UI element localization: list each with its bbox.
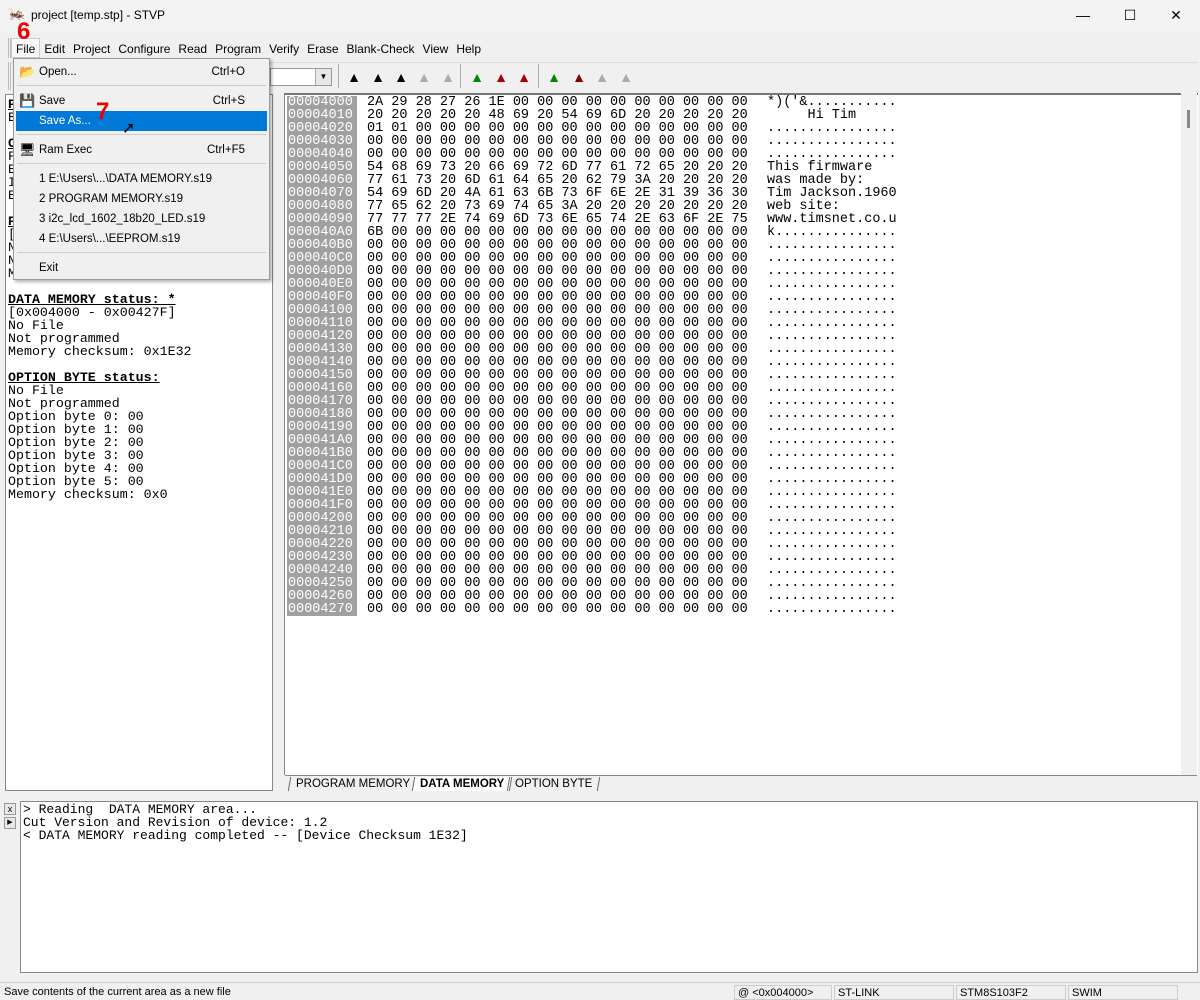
status-address: @ <0x004000> [734, 985, 832, 1000]
close-log-icon[interactable]: x [4, 803, 16, 815]
menu-item-label: Open... [39, 66, 77, 78]
menu-item-recent-file-1[interactable]: 1 E:\Users\...\DATA MEMORY.s19 [16, 169, 267, 189]
menu-edit[interactable]: Edit [40, 39, 69, 59]
vertical-scrollbar[interactable] [1181, 93, 1197, 775]
status-protocol: SWIM [1068, 985, 1178, 1000]
program-icon[interactable]: ▲ [345, 68, 363, 86]
read-all-icon[interactable]: ▲ [492, 68, 510, 86]
log-line: < DATA MEMORY reading completed -- [Devi… [23, 828, 468, 843]
close-button[interactable]: ✕ [1153, 0, 1199, 30]
menu-item-recent-file-4[interactable]: 4 E:\Users\...\EEPROM.s19 [16, 229, 267, 249]
mouse-cursor-icon: ➚ [122, 120, 136, 137]
toolbar-separator [338, 64, 339, 88]
hex-address: 00004270 [287, 603, 357, 616]
save-disk-icon: 💾 [19, 93, 36, 108]
menu-item-shortcut: Ctrl+F5 [206, 144, 245, 156]
menu-item-label: Exit [39, 262, 59, 274]
annotation-step-6: 6 [17, 18, 31, 45]
menu-item-label: Save As... [39, 115, 91, 127]
erase-icon[interactable]: ▲ [415, 68, 433, 86]
menu-help[interactable]: Help [452, 39, 485, 59]
verify-all-icon[interactable]: ▲ [515, 68, 533, 86]
tab-option-byte[interactable]: OPTION BYTE [506, 777, 601, 791]
menu-configure[interactable]: Configure [114, 39, 174, 59]
menu-separator [17, 163, 266, 164]
program-green-icon[interactable]: ▲ [545, 68, 563, 86]
status-programmer: ST-LINK [834, 985, 954, 1000]
device-combo[interactable]: ▼ [270, 68, 332, 86]
status-bar: Save contents of the current area as a n… [0, 982, 1200, 1000]
tab-label: DATA MEMORY [420, 778, 505, 790]
minimize-button[interactable]: — [1060, 0, 1106, 30]
menu-bar: File Edit Project Configure Read Program Verif… [8, 38, 1198, 58]
verify-icon[interactable]: ▲ [392, 68, 410, 86]
maximize-button[interactable]: ☐ [1107, 0, 1153, 30]
menu-item-label: 4 E:\Users\...\EEPROM.s19 [39, 233, 181, 245]
menu-separator [17, 134, 266, 135]
hex-bytes[interactable]: 00 00 00 00 00 00 00 00 00 00 00 00 00 0… [367, 603, 748, 617]
window-title: project [temp.stp] - STVP [31, 8, 166, 22]
menu-separator [17, 85, 266, 86]
arrow-right-icon[interactable]: ▶ [4, 817, 16, 829]
menu-view[interactable]: View [419, 39, 453, 59]
menu-item-exit[interactable]: Exit [16, 258, 267, 278]
menu-item-open[interactable]: 📂 Open... Ctrl+O [16, 62, 267, 82]
menu-separator [17, 252, 266, 253]
title-bar: 🦗 project [temp.stp] - STVP — ☐ ✕ [0, 0, 1200, 32]
annotation-step-7: 7 [96, 98, 110, 125]
read-icon[interactable]: ▲ [369, 68, 387, 86]
status-message: Save contents of the current area as a n… [4, 986, 231, 998]
tab-data-memory[interactable]: DATA MEMORY [411, 777, 513, 791]
menu-item-save-as[interactable]: Save As... [16, 111, 267, 131]
program-all-icon[interactable]: ▲ [468, 68, 486, 86]
menu-item-recent-file-2[interactable]: 2 PROGRAM MEMORY.s19 [16, 189, 267, 209]
menu-read[interactable]: Read [174, 39, 211, 59]
menu-item-label: Save [39, 95, 66, 107]
menu-item-ram-exec[interactable]: 🖥 Ram Exec Ctrl+F5 [16, 140, 267, 160]
menu-item-label: 3 i2c_lcd_1602_18b20_LED.s19 [39, 213, 206, 225]
menu-item-label: 1 E:\Users\...\DATA MEMORY.s19 [39, 173, 212, 185]
blank-check-icon[interactable]: ▲ [439, 68, 457, 86]
status-line: Memory checksum: 0x0 [8, 487, 168, 502]
chevron-down-icon[interactable]: ▼ [315, 69, 331, 85]
scrollbar-thumb[interactable] [1187, 110, 1190, 128]
menu-program[interactable]: Program [211, 39, 265, 59]
open-folder-icon: 📂 [19, 64, 36, 79]
menu-verify[interactable]: Verify [265, 39, 303, 59]
menu-erase[interactable]: Erase [303, 39, 342, 59]
menu-item-shortcut: Ctrl+S [212, 95, 245, 107]
read-red-icon[interactable]: ▲ [570, 68, 588, 86]
status-device: STM8S103F2 [956, 985, 1066, 1000]
hex-editor[interactable]: 00004000 2A 29 28 27 26 1E 00 00 00 00 00… [284, 93, 1198, 775]
toolbar-separator [460, 64, 461, 88]
menu-item-save[interactable]: 💾 Save Ctrl+S [16, 91, 267, 111]
tab-label: PROGRAM MEMORY [296, 778, 411, 790]
status-line: Memory checksum: 0x1E32 [8, 344, 192, 359]
toolbar-separator [538, 64, 539, 88]
menu-item-shortcut: Ctrl+O [211, 66, 245, 78]
file-menu-dropdown: 📂 Open... Ctrl+O 💾 Save Ctrl+S Save As... 🖥 Ram … [13, 58, 270, 280]
ram-exec-icon: 🖥 [19, 142, 36, 157]
menu-project[interactable]: Project [69, 39, 114, 59]
erase-gray-icon[interactable]: ▲ [617, 68, 635, 86]
memory-tabs: PROGRAM MEMORY DATA MEMORY OPTION BYTE [285, 775, 1197, 791]
hex-ascii: ................ [767, 602, 897, 617]
menu-item-label: 2 PROGRAM MEMORY.s19 [39, 193, 184, 205]
tab-label: OPTION BYTE [514, 778, 592, 790]
log-output: > Reading DATA MEMORY area... Cut Version… [20, 801, 1198, 973]
menu-blank-check[interactable]: Blank-Check [343, 39, 419, 59]
verify-dual-icon[interactable]: ▲ [593, 68, 611, 86]
menu-item-recent-file-3[interactable]: 3 i2c_lcd_1602_18b20_LED.s19 [16, 209, 267, 229]
tab-program-memory[interactable]: PROGRAM MEMORY [287, 777, 419, 791]
menu-item-label: Ram Exec [39, 144, 93, 156]
